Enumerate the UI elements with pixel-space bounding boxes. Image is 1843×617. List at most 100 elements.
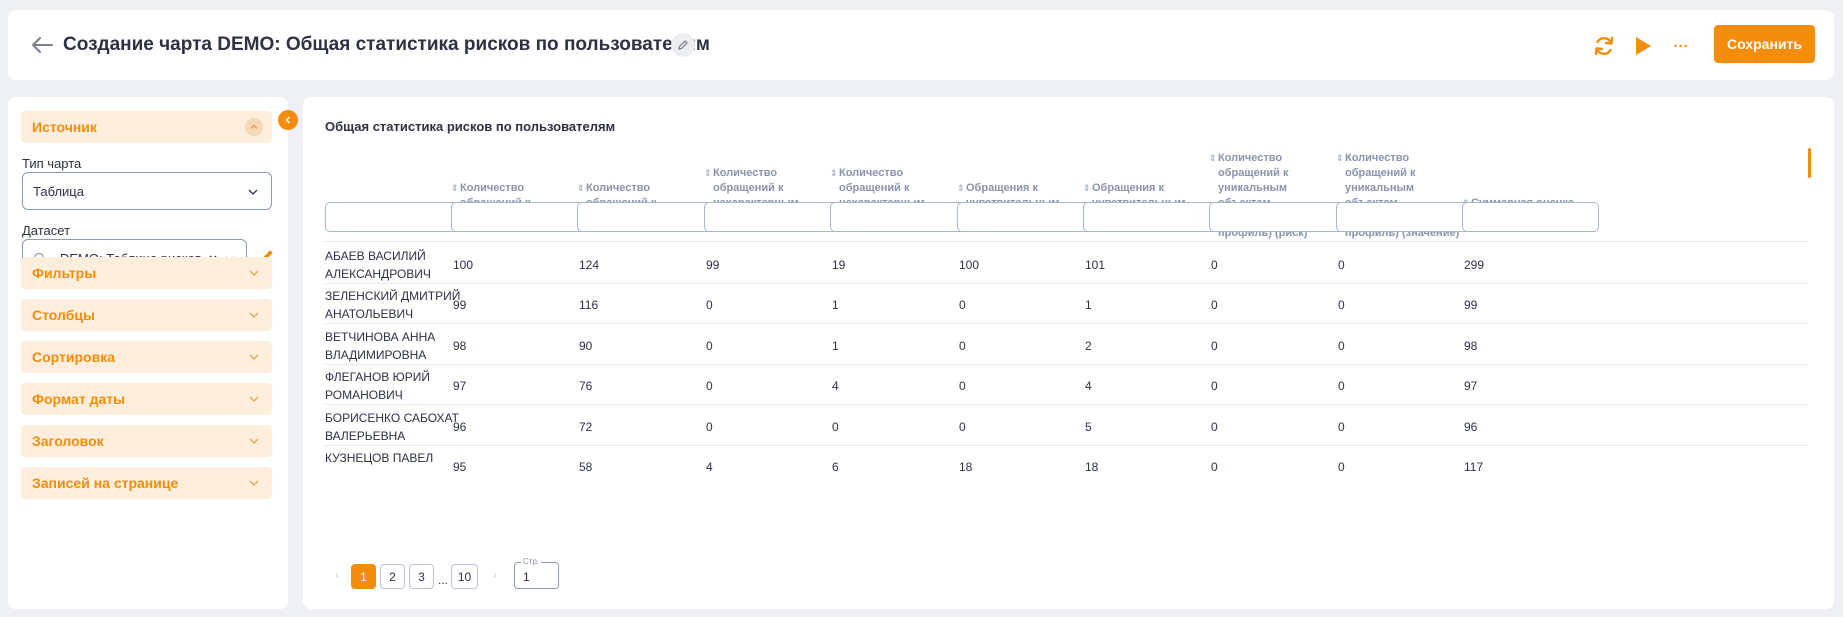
sorting-section-label: Сортировка bbox=[32, 349, 115, 365]
table-cell: 99 bbox=[706, 258, 720, 272]
top-bar: Создание чарта DEMO: Общая статистика ри… bbox=[8, 10, 1834, 80]
name-line: ВЛАДИМИРОВНА bbox=[325, 348, 427, 362]
back-arrow-icon[interactable] bbox=[28, 32, 56, 58]
chart-type-select[interactable]: Таблица bbox=[22, 172, 272, 210]
chevron-left-icon bbox=[285, 116, 291, 124]
column-filter-input[interactable] bbox=[577, 202, 714, 232]
row-divider bbox=[325, 404, 1808, 405]
column-filter-input[interactable] bbox=[830, 202, 967, 232]
sort-icon[interactable]: ⇕ bbox=[451, 181, 459, 196]
column-header-text: Количество bbox=[839, 167, 904, 179]
next-page-button[interactable]: › bbox=[493, 568, 497, 582]
table-cell: 99 bbox=[453, 298, 467, 312]
chart-type-value: Таблица bbox=[33, 184, 84, 199]
column-header-text: Количество bbox=[1345, 152, 1410, 164]
table-viewport: Общая статистика рисков по пользователям… bbox=[303, 97, 1834, 545]
table-cell: 1 bbox=[1085, 298, 1092, 312]
table-panel: Общая статистика рисков по пользователям… bbox=[303, 97, 1834, 609]
column-header-text: обращений к bbox=[1345, 167, 1416, 179]
page-button-1[interactable]: 1 bbox=[351, 564, 376, 589]
table-cell: 0 bbox=[959, 298, 966, 312]
name-line: РОМАНОВИЧ bbox=[325, 388, 403, 402]
column-header-text: Количество bbox=[460, 182, 525, 194]
sort-icon[interactable]: ⇕ bbox=[1336, 151, 1344, 166]
table-cell: 1 bbox=[832, 339, 839, 353]
table-cell-name: ЗЕЛЕНСКИЙ ДМИТРИЙ АНАТОЛЬЕВИЧ bbox=[325, 287, 470, 323]
table-cell: 0 bbox=[1211, 379, 1218, 393]
row-divider bbox=[325, 323, 1808, 324]
column-header-text: Обращения к bbox=[1092, 182, 1164, 194]
source-section-label: Источник bbox=[32, 119, 97, 135]
prev-page-button[interactable]: ‹ bbox=[335, 568, 339, 582]
table-cell: 99 bbox=[1464, 298, 1478, 312]
page-size-section[interactable]: Записей на странице bbox=[21, 467, 272, 499]
table-cell: 0 bbox=[1338, 258, 1345, 272]
sort-icon[interactable]: ⇕ bbox=[704, 166, 712, 181]
refresh-icon[interactable] bbox=[1590, 32, 1618, 60]
table-cell-name: ФЛЕГАНОВ ЮРИЙ РОМАНОВИЧ bbox=[325, 368, 470, 404]
columns-section[interactable]: Столбцы bbox=[21, 299, 272, 331]
table-cell: 116 bbox=[579, 298, 599, 312]
edit-title-button[interactable] bbox=[671, 33, 695, 57]
table-cell: 1 bbox=[832, 298, 839, 312]
column-filter-input[interactable] bbox=[325, 202, 462, 232]
page-title: Создание чарта DEMO: Общая статистика ри… bbox=[63, 34, 710, 55]
column-header-text: Обращения к bbox=[966, 182, 1038, 194]
date-format-section-label: Формат даты bbox=[32, 391, 126, 407]
table-cell: 0 bbox=[959, 420, 966, 434]
chevron-down-icon bbox=[249, 396, 259, 402]
table-cell: 58 bbox=[579, 460, 593, 474]
column-filter-input[interactable] bbox=[1462, 202, 1599, 232]
name-line: АБАЕВ ВАСИЛИЙ bbox=[325, 249, 426, 263]
header-section[interactable]: Заголовок bbox=[21, 425, 272, 457]
sort-icon[interactable]: ⇕ bbox=[1209, 151, 1217, 166]
name-line: ВАЛЕРЬЕВНА bbox=[325, 429, 406, 443]
page-input[interactable]: Стр. 1 bbox=[514, 557, 559, 589]
column-filter-input[interactable] bbox=[704, 202, 841, 232]
play-icon[interactable] bbox=[1629, 32, 1657, 60]
column-filter-input[interactable] bbox=[1083, 202, 1220, 232]
column-header-text: Количество bbox=[586, 182, 651, 194]
table-cell: 96 bbox=[453, 420, 467, 434]
filters-section-label: Фильтры bbox=[32, 265, 97, 281]
more-icon[interactable]: ··· bbox=[1667, 32, 1695, 60]
scrollbar[interactable] bbox=[1808, 148, 1811, 178]
sort-icon[interactable]: ⇕ bbox=[830, 166, 838, 181]
page-size-section-label: Записей на странице bbox=[32, 475, 179, 491]
sorting-section[interactable]: Сортировка bbox=[21, 341, 272, 373]
sort-icon[interactable]: ⇕ bbox=[1083, 181, 1091, 196]
sort-icon[interactable]: ⇕ bbox=[577, 181, 585, 196]
page-button-10[interactable]: 10 bbox=[451, 564, 478, 589]
date-format-section[interactable]: Формат даты bbox=[21, 383, 272, 415]
page-input-value: 1 bbox=[523, 570, 530, 584]
column-filter-input[interactable] bbox=[1336, 202, 1473, 232]
table-cell: 101 bbox=[1085, 258, 1106, 272]
table-cell: 100 bbox=[453, 258, 474, 272]
column-filter-input[interactable] bbox=[451, 202, 588, 232]
table-cell: 96 bbox=[1464, 420, 1478, 434]
column-filter-input[interactable] bbox=[1209, 202, 1346, 232]
collapse-panel-button[interactable] bbox=[278, 110, 298, 130]
table-cell: 0 bbox=[959, 339, 966, 353]
table-cell: 19 bbox=[832, 258, 846, 272]
table-cell: 72 bbox=[579, 420, 593, 434]
page-button-2[interactable]: 2 bbox=[380, 564, 405, 589]
table-cell: 0 bbox=[706, 298, 713, 312]
header-section-label: Заголовок bbox=[32, 433, 104, 449]
chevron-down-icon bbox=[249, 438, 259, 444]
table-cell: 98 bbox=[453, 339, 467, 353]
chevron-down-icon bbox=[249, 480, 259, 486]
page-button-3[interactable]: 3 bbox=[409, 564, 434, 589]
column-header-text: обращений к bbox=[839, 182, 910, 194]
filters-section[interactable]: Фильтры bbox=[21, 257, 272, 289]
table-cell: 0 bbox=[1211, 258, 1218, 272]
table-cell: 0 bbox=[959, 379, 966, 393]
table-cell: 0 bbox=[1338, 460, 1345, 474]
source-section[interactable]: Источник bbox=[21, 111, 272, 143]
column-filter-input[interactable] bbox=[957, 202, 1094, 232]
columns-section-label: Столбцы bbox=[32, 307, 95, 323]
save-button[interactable]: Сохранить bbox=[1714, 25, 1815, 63]
name-line: ФЛЕГАНОВ ЮРИЙ bbox=[325, 370, 431, 384]
chevron-down-icon bbox=[249, 312, 259, 318]
sort-icon[interactable]: ⇕ bbox=[957, 181, 965, 196]
